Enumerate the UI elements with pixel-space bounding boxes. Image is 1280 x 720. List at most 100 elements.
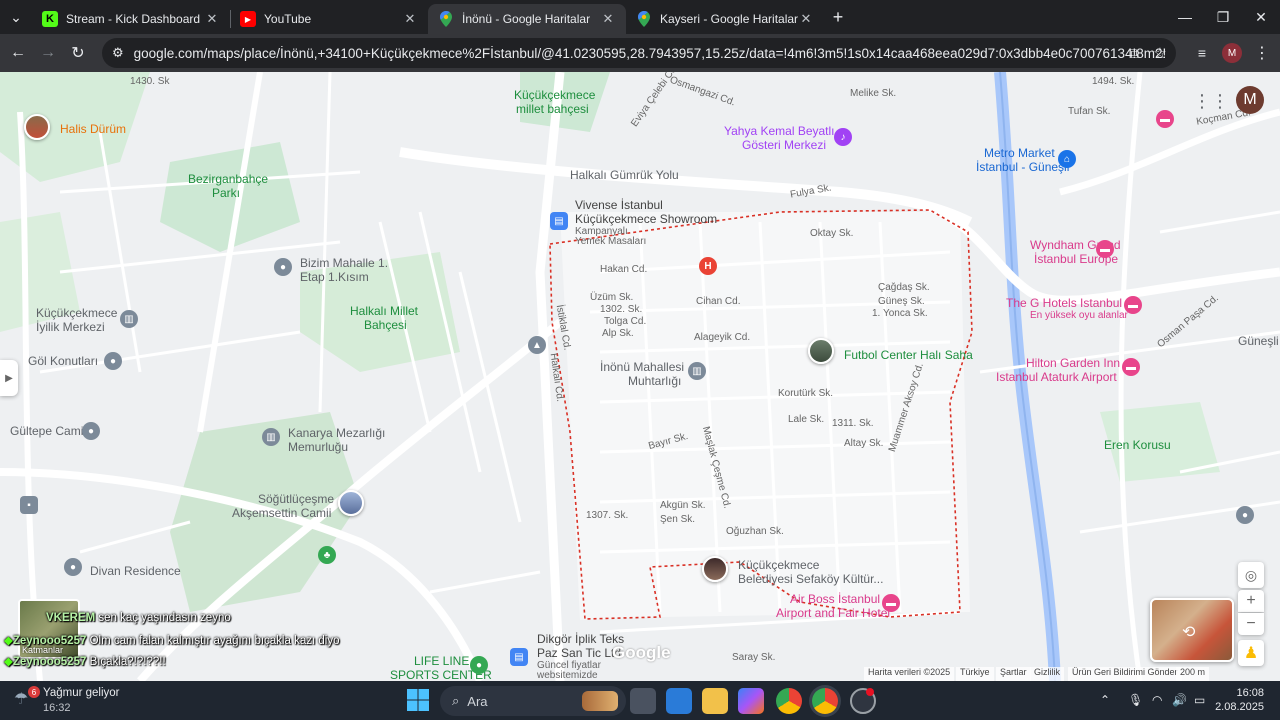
place-pin-icon[interactable]: ● xyxy=(104,352,122,370)
back-arrow-icon[interactable]: ← xyxy=(4,39,32,67)
zoom-out-button[interactable]: − xyxy=(1238,613,1264,635)
forward-arrow-icon[interactable]: → xyxy=(34,39,62,67)
terms-link[interactable]: Şartlar xyxy=(996,667,1031,681)
poi-label-g-hotels[interactable]: The G Hotels Istanbul xyxy=(1006,296,1122,310)
map-canvas[interactable]: 1430. Sk Küçükçekmece millet bahçesi Evi… xyxy=(0,72,1280,681)
minimize-icon[interactable]: — xyxy=(1166,0,1204,34)
poi-label-gultepe[interactable]: Gültepe Cami xyxy=(10,424,83,438)
poi-label-sefakoy-kultur[interactable]: Belediyesi Sefaköy Kültür... xyxy=(738,572,883,586)
poi-label-iyilik[interactable]: İyilik Merkezi xyxy=(36,320,105,334)
park-label[interactable]: Halkalı Millet xyxy=(350,304,418,318)
poi-label-sogutlucesme[interactable]: Söğütlüçeşme xyxy=(258,492,334,506)
place-pin-icon[interactable]: ▪ xyxy=(20,496,38,514)
hotel-pin-icon[interactable]: ▬ xyxy=(1122,358,1140,376)
close-icon[interactable]: ✕ xyxy=(798,11,814,27)
privacy-link[interactable]: Gizlilik xyxy=(1030,667,1064,681)
bookmark-star-icon[interactable]: ☆ xyxy=(1146,39,1174,67)
site-info-icon[interactable]: ⚙ xyxy=(112,45,124,61)
poi-label-gol-konutlari[interactable]: Göl Konutları xyxy=(28,354,98,368)
apps-grid-icon[interactable]: ⋮⋮ xyxy=(1193,88,1229,114)
poi-label-sefakoy-kultur[interactable]: Küçükçekmece xyxy=(738,558,819,572)
media-controls-icon[interactable]: ≡ xyxy=(1188,39,1216,67)
task-view-icon[interactable] xyxy=(630,688,656,714)
poi-label-sogutlucesme[interactable]: Akşemsettin Camii xyxy=(232,506,331,520)
close-icon[interactable]: ✕ xyxy=(204,11,220,27)
building-pin-icon[interactable]: ▥ xyxy=(120,310,138,328)
close-icon[interactable]: ✕ xyxy=(600,11,616,27)
poi-label-kanarya[interactable]: Memurluğu xyxy=(288,440,348,454)
poi-label-kanarya[interactable]: Kanarya Mezarlığı xyxy=(288,426,385,440)
place-pin-icon[interactable]: ● xyxy=(1236,506,1254,524)
weather-text[interactable]: Yağmur geliyor xyxy=(43,687,120,699)
windows-start-icon[interactable] xyxy=(406,688,432,714)
scale-bar[interactable]: 200 m xyxy=(1176,667,1210,681)
address-bar[interactable]: ⚙ google.com/maps/place/İnönü,+34100+Küç… xyxy=(102,38,1176,68)
tab-inonu-maps[interactable]: İnönü - Google Haritalar ✕ xyxy=(428,4,626,34)
close-icon[interactable]: ✕ xyxy=(402,11,418,27)
store-icon[interactable] xyxy=(666,688,692,714)
zoom-in-button[interactable]: + xyxy=(1238,590,1264,612)
poi-label-yahya-kemal[interactable]: Yahya Kemal Beyatlı xyxy=(724,124,835,138)
place-pin-icon[interactable]: ● xyxy=(64,558,82,576)
hotel-pin-icon[interactable]: ▬ xyxy=(1156,110,1174,128)
poi-label-futbol-center[interactable]: Futbol Center Halı Saha xyxy=(844,348,973,362)
tab-youtube[interactable]: ▶ YouTube ✕ xyxy=(230,4,428,34)
poi-label-inonu-muhtarligi[interactable]: Muhtarlığı xyxy=(628,374,681,388)
hotel-pin-icon[interactable]: ▬ xyxy=(1124,296,1142,314)
gym-pin-icon[interactable]: ● xyxy=(470,656,488,674)
poi-label-yahya-kemal[interactable]: Gösteri Merkezi xyxy=(742,138,826,152)
park-label[interactable]: millet bahçesi xyxy=(516,102,589,116)
reload-icon[interactable]: ↻ xyxy=(64,39,92,67)
poi-label-life-line[interactable]: LIFE LINE xyxy=(414,654,469,668)
place-pin-icon[interactable]: ● xyxy=(82,422,100,440)
poi-label-divan[interactable]: Divan Residence xyxy=(90,564,181,578)
tab-search-icon[interactable]: ⌄ xyxy=(0,0,32,34)
street-view-thumbnail[interactable]: ⟲ xyxy=(1150,598,1234,662)
poi-label-metro-market[interactable]: İstanbul - Güneşli xyxy=(976,160,1069,174)
menu-dots-icon[interactable]: ⋮ xyxy=(1248,39,1276,67)
account-avatar[interactable]: M xyxy=(1236,86,1264,114)
tray-overflow-icon[interactable]: ⌃ xyxy=(1100,693,1110,707)
poi-label-bizim-mahalle[interactable]: Etap 1.Kısım xyxy=(300,270,369,284)
chrome-icon[interactable] xyxy=(776,688,802,714)
sefakoy-kultur-photo-pin[interactable] xyxy=(702,556,728,582)
file-explorer-icon[interactable] xyxy=(702,688,728,714)
layers-thumbnail[interactable]: Katmanlar xyxy=(18,599,80,659)
poi-label-hilton[interactable]: Istanbul Ataturk Airport xyxy=(996,370,1117,384)
poi-label-metro-market[interactable]: Metro Market xyxy=(984,146,1055,160)
microphone-icon[interactable]: 🎙 xyxy=(1128,693,1143,707)
chrome-profile-icon[interactable] xyxy=(812,688,838,714)
copilot-icon[interactable] xyxy=(738,688,764,714)
theater-pin-icon[interactable]: ♪ xyxy=(834,128,852,146)
futbol-center-photo-pin[interactable] xyxy=(808,338,834,364)
region-link[interactable]: Türkiye xyxy=(956,667,994,681)
side-panel-toggle[interactable]: ▶ xyxy=(0,360,18,396)
poi-label-air-boss[interactable]: Airport and Fair Hotel xyxy=(776,606,890,620)
profile-avatar[interactable]: M xyxy=(1222,43,1242,63)
store-pin-icon[interactable]: ▤ xyxy=(510,648,528,666)
battery-icon[interactable]: ▭ xyxy=(1194,693,1205,707)
halis-durum-photo-pin[interactable] xyxy=(24,114,50,140)
poi-label-hilton[interactable]: Hilton Garden Inn xyxy=(1026,356,1120,370)
place-pin-icon[interactable]: ● xyxy=(274,258,292,276)
hotel-pin-icon[interactable]: ▬ xyxy=(882,594,900,612)
hotel-pin-icon[interactable]: ▬ xyxy=(1096,240,1114,258)
tab-kayseri-maps[interactable]: Kayseri - Google Haritalar ✕ xyxy=(626,4,824,34)
poi-label-inonu-muhtarligi[interactable]: İnönü Mahallesi xyxy=(600,360,684,374)
poi-label-vivense[interactable]: Vivense İstanbul xyxy=(575,198,663,212)
window-close-icon[interactable]: ✕ xyxy=(1242,0,1280,34)
park-pin-icon[interactable]: ♣ xyxy=(318,546,336,564)
poi-label-halis-durum[interactable]: Halis Dürüm xyxy=(60,122,126,136)
park-label[interactable]: Bahçesi xyxy=(364,318,407,332)
store-pin-icon[interactable]: ▤ xyxy=(550,212,568,230)
park-label[interactable]: Küçükçekmece xyxy=(514,88,595,102)
park-label[interactable]: Parkı xyxy=(212,186,240,200)
park-label[interactable]: Bezirganbahçe xyxy=(188,172,268,186)
tab-kick[interactable]: K Stream - Kick Dashboard ✕ xyxy=(32,4,230,34)
shopping-pin-icon[interactable]: ⌂ xyxy=(1058,150,1076,168)
poi-label-vivense[interactable]: Küçükçekmece Showroom xyxy=(575,212,717,226)
restore-icon[interactable]: ❐ xyxy=(1204,0,1242,34)
hospital-pin-icon[interactable]: H xyxy=(699,257,717,275)
my-location-icon[interactable]: ◎ xyxy=(1238,562,1264,588)
pegman-icon[interactable]: ♟ xyxy=(1238,640,1264,666)
